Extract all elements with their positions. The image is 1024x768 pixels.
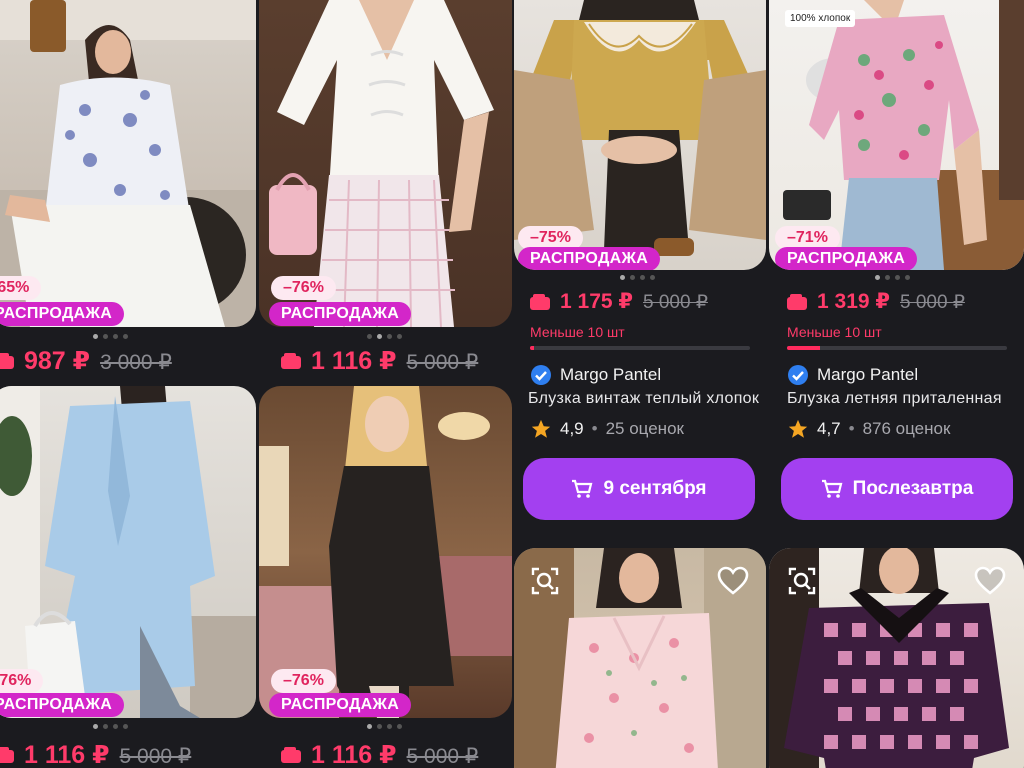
find-similar-button[interactable]	[785, 564, 819, 598]
carousel-dots	[93, 724, 128, 729]
product-title[interactable]: Блузка винтаж теплый хлопок	[528, 390, 760, 408]
wallet-icon	[0, 353, 14, 369]
discount-badge: -65%	[0, 276, 42, 300]
wallet-icon	[281, 747, 301, 763]
price-row: 987 ₽ 3 000 ₽	[0, 346, 172, 376]
favorite-button[interactable]	[973, 564, 1007, 598]
price-row: 1 116 ₽ 5 000 ₽	[281, 740, 478, 768]
old-price: 5 000 ₽	[119, 745, 192, 768]
wallet-icon	[281, 353, 301, 369]
add-to-cart-button[interactable]: 9 сентября	[523, 458, 755, 520]
carousel-dots	[93, 334, 128, 339]
product-photo[interactable]: –75% РАСПРОДАЖА	[514, 0, 766, 270]
current-price: 1 319 ₽	[817, 290, 890, 313]
product-photo[interactable]: –76% РАСПРОДАЖА	[259, 0, 512, 327]
photo-feature-tag: 100% хлопок	[785, 10, 856, 27]
product-title[interactable]: Блузка летняя приталенная	[787, 390, 1013, 408]
rating-score: 4,9	[560, 419, 584, 438]
price-row: 1 175 ₽ 5 000 ₽	[530, 289, 708, 314]
sale-badge: РАСПРОДАЖА	[269, 693, 412, 717]
price-row: 1 116 ₽ 5 000 ₽	[0, 740, 191, 768]
sale-badge: РАСПРОДАЖА	[775, 247, 918, 270]
product-card[interactable]: –76% РАСПРОДАЖА 1 116 ₽ 5 000 ₽	[259, 0, 512, 384]
product-card[interactable]: –75% РАСПРОДАЖА 1 175 ₽ 5 000 ₽ Меньше 1…	[514, 0, 766, 530]
rating-count: 876 оценок	[862, 419, 951, 438]
product-photo[interactable]: 100% хлопок –71% РАСПРОДАЖА	[769, 0, 1024, 270]
current-price: 1 175 ₽	[560, 290, 633, 313]
old-price: 5 000 ₽	[406, 351, 479, 374]
stock-progress	[530, 346, 750, 350]
cart-icon	[821, 479, 843, 498]
sale-badge: РАСПРОДАЖА	[0, 693, 125, 717]
photo-model-blue-tunic	[0, 386, 256, 718]
image-search-icon	[788, 567, 816, 595]
wallet-icon	[530, 293, 550, 310]
current-price: 1 116 ₽	[311, 741, 397, 768]
old-price: 5 000 ₽	[643, 292, 708, 313]
image-search-icon	[531, 567, 559, 595]
product-card[interactable]: –76% РАСПРОДАЖА 1 116 ₽ 5 000 ₽	[259, 386, 512, 768]
product-card[interactable]	[514, 548, 766, 768]
stock-label: Меньше 10 шт	[530, 324, 625, 340]
carousel-dots	[367, 724, 402, 729]
product-card[interactable]	[769, 548, 1024, 768]
wallet-icon	[787, 293, 807, 310]
discount-badge: -76%	[0, 669, 44, 693]
current-price: 1 116 ₽	[24, 741, 110, 768]
discount-badge: –76%	[271, 276, 336, 300]
delivery-date-label: Послезавтра	[852, 478, 974, 499]
old-price: 3 000 ₽	[100, 351, 172, 374]
photo-model-floral-blouse	[0, 0, 256, 327]
product-card[interactable]: -65% РАСПРОДАЖА 987 ₽ 3 000 ₽	[0, 0, 256, 384]
carousel-dots	[620, 275, 655, 280]
carousel-dots	[367, 334, 402, 339]
discount-badge: –76%	[271, 669, 336, 693]
star-icon	[788, 419, 808, 438]
verified-badge-icon	[788, 365, 808, 385]
sale-badge: РАСПРОДАЖА	[518, 247, 661, 270]
rating-count: 25 оценок	[605, 419, 684, 438]
old-price: 5 000 ₽	[900, 292, 965, 313]
seller-name-row[interactable]: Margo Pantel	[530, 364, 661, 386]
favorite-button[interactable]	[716, 564, 750, 598]
product-photo[interactable]: –76% РАСПРОДАЖА	[259, 386, 512, 718]
current-price: 987 ₽	[24, 347, 91, 375]
price-row: 1 116 ₽ 5 000 ₽	[281, 346, 478, 376]
star-icon	[531, 419, 551, 438]
price-row: 1 319 ₽ 5 000 ₽	[787, 289, 965, 314]
current-price: 1 116 ₽	[311, 347, 397, 375]
seller-name: Margo Pantel	[560, 365, 662, 384]
product-photo[interactable]: -76% РАСПРОДАЖА	[0, 386, 256, 718]
rating-separator: •	[591, 419, 598, 438]
rating-row: 4,7 • 876 оценок	[787, 418, 950, 440]
stock-progress	[787, 346, 1007, 350]
wallet-icon	[0, 747, 14, 763]
product-photo[interactable]	[769, 548, 1024, 768]
product-card[interactable]: 100% хлопок –71% РАСПРОДАЖА 1 319 ₽ 5 00…	[769, 0, 1024, 530]
rating-separator: •	[848, 419, 855, 438]
old-price: 5 000 ₽	[406, 745, 479, 768]
heart-icon	[974, 566, 1006, 595]
add-to-cart-button[interactable]: Послезавтра	[781, 458, 1013, 520]
heart-icon	[717, 566, 749, 595]
product-photo[interactable]: -65% РАСПРОДАЖА	[0, 0, 256, 327]
product-card[interactable]: -76% РАСПРОДАЖА 1 116 ₽ 5 000 ₽	[0, 386, 256, 768]
product-photo[interactable]	[514, 548, 766, 768]
stock-label: Меньше 10 шт	[787, 324, 882, 340]
sale-badge: РАСПРОДАЖА	[269, 302, 412, 326]
cart-icon	[572, 479, 593, 498]
sale-badge: РАСПРОДАЖА	[0, 302, 125, 326]
find-similar-button[interactable]	[528, 564, 562, 598]
rating-row: 4,9 • 25 оценок	[530, 418, 684, 440]
delivery-date-label: 9 сентября	[603, 478, 707, 499]
seller-name: Margo Pantel	[817, 365, 919, 384]
carousel-dots	[875, 275, 910, 280]
verified-badge-icon	[531, 365, 551, 385]
rating-score: 4,7	[817, 419, 841, 438]
seller-name-row[interactable]: Margo Pantel	[787, 364, 918, 386]
